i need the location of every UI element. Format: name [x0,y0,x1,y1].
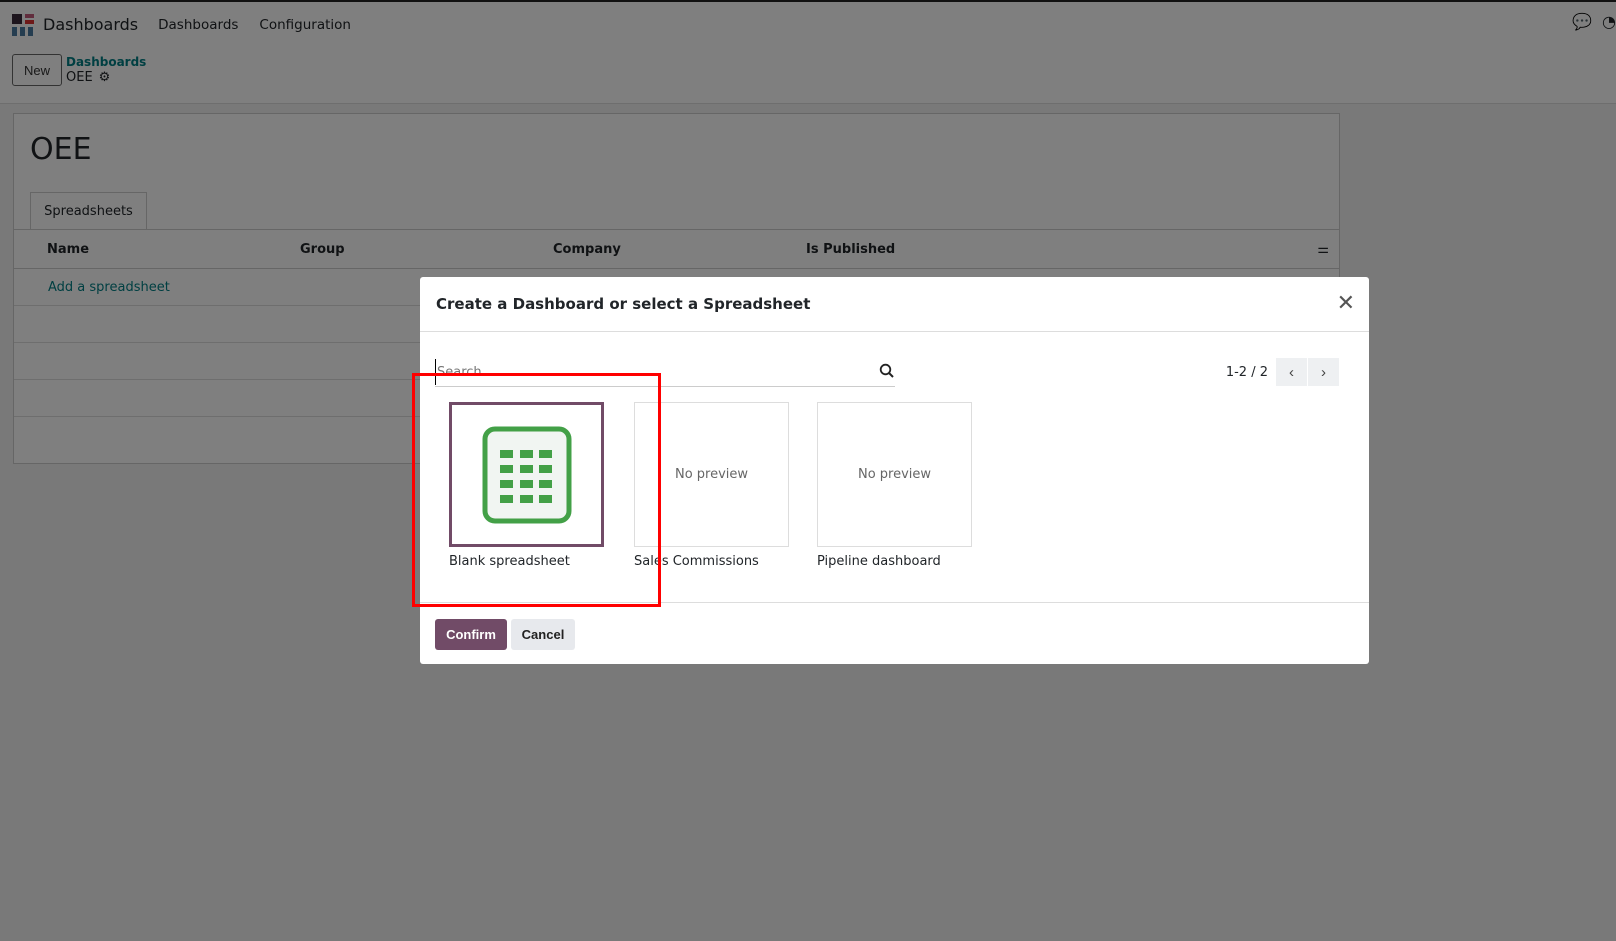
card-label: Blank spreadsheet [449,554,570,569]
pager-next-button[interactable]: › [1308,358,1339,386]
cancel-button[interactable]: Cancel [511,619,575,650]
close-icon[interactable]: ✕ [1337,293,1355,315]
dialog-footer: Confirm Cancel [420,602,1369,664]
spreadsheet-icon [482,426,571,523]
pager: 1-2 / 2 ‹ › [1226,358,1339,386]
card-blank-spreadsheet[interactable]: Blank spreadsheet [449,402,604,569]
pager-value: 1-2 / 2 [1225,364,1268,380]
no-preview[interactable]: No preview [817,402,972,547]
confirm-button[interactable]: Confirm [435,619,507,650]
card-label: Pipeline dashboard [817,554,941,569]
card-sales-commissions[interactable]: No preview Sales Commissions [634,402,789,569]
search-box [435,359,895,387]
no-preview[interactable]: No preview [634,402,789,547]
card-pipeline-dashboard[interactable]: No preview Pipeline dashboard [817,402,972,569]
create-dashboard-dialog: Create a Dashboard or select a Spreadshe… [420,277,1369,664]
dialog-title: Create a Dashboard or select a Spreadshe… [420,277,1369,332]
card-label: Sales Commissions [634,554,759,569]
search-input[interactable] [435,359,855,385]
blank-spreadsheet-thumbnail[interactable] [449,402,604,547]
pager-previous-button[interactable]: ‹ [1276,358,1307,386]
search-icon[interactable] [879,363,895,379]
